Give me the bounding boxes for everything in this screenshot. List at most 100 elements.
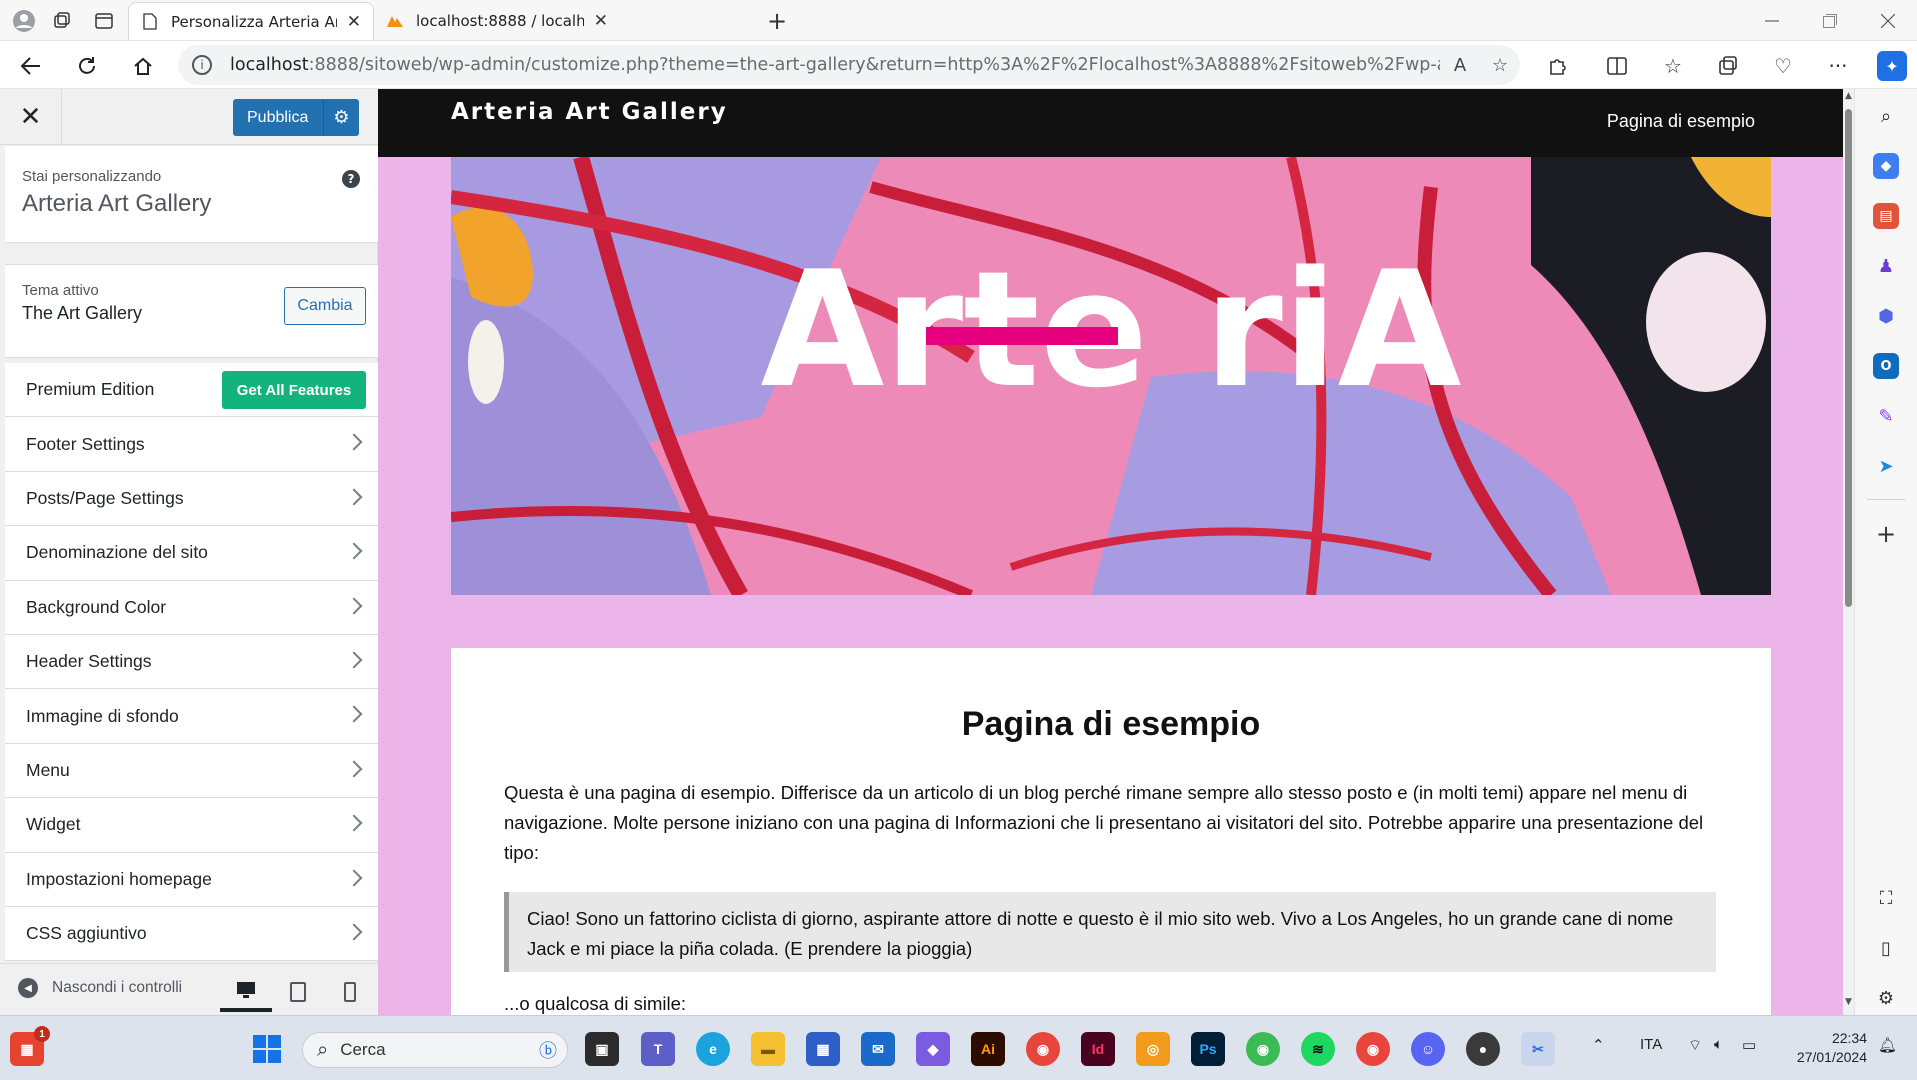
site-title[interactable]: Arteria Art Gallery	[451, 99, 728, 125]
reload-icon[interactable]	[70, 49, 104, 83]
change-theme-button[interactable]: Cambia	[284, 287, 366, 325]
spotify-icon[interactable]: ≋	[1301, 1032, 1335, 1066]
show-hidden-icons-icon[interactable]: ⌃	[1592, 1036, 1605, 1054]
bing-icon[interactable]: ⓑ	[539, 1037, 557, 1063]
restore-icon[interactable]	[1801, 0, 1859, 41]
copilot-icon[interactable]: ✦	[1877, 51, 1907, 81]
collections-icon[interactable]	[1713, 51, 1743, 81]
chrome-profile-icon[interactable]: ◉	[1246, 1032, 1280, 1066]
games-icon[interactable]: ♟	[1873, 253, 1899, 279]
add-app-icon[interactable]: +	[1873, 520, 1899, 548]
hide-controls-button[interactable]: ◀ Nascondi i controlli	[18, 978, 182, 998]
profile-icon[interactable]	[10, 7, 38, 35]
microsoft365-icon[interactable]: ⬢	[1873, 303, 1899, 329]
vertical-tabs-icon[interactable]	[90, 7, 118, 35]
active-theme-label: Tema attivo	[22, 282, 99, 299]
section-menu[interactable]: Menu	[5, 743, 378, 799]
scroll-down-icon[interactable]: ▼	[1843, 997, 1854, 1011]
more-menu-icon[interactable]: ···	[1823, 51, 1853, 81]
active-theme-section: Tema attivo The Art Gallery Cambia	[5, 264, 378, 358]
scroll-up-icon[interactable]: ▲	[1843, 91, 1854, 105]
site-preview: Arteria Art Gallery Pagina di esempio Ar…	[378, 89, 1843, 1015]
copilot-taskbar-icon[interactable]: ◆	[916, 1032, 950, 1066]
address-bar[interactable]: i localhost:8888/sitoweb/wp-admin/custom…	[178, 45, 1520, 85]
start-windows-icon[interactable]	[250, 1032, 284, 1066]
notifications-bell-icon[interactable]: 🔔︎	[1878, 1036, 1897, 1054]
customizing-site-name: Arteria Art Gallery	[22, 190, 212, 217]
chrome-icon[interactable]: ◉	[1026, 1032, 1060, 1066]
help-icon[interactable]: ?	[342, 170, 360, 188]
sidebar-settings-gear-icon[interactable]: ⚙	[1873, 985, 1899, 1011]
illustrator-icon[interactable]: Ai	[971, 1032, 1005, 1066]
publish-button[interactable]: Pubblica ⚙	[233, 99, 359, 136]
section-posts-page-settings[interactable]: Posts/Page Settings	[5, 471, 378, 527]
discord-icon[interactable]: ☺	[1411, 1032, 1445, 1066]
edge-icon[interactable]: e	[696, 1032, 730, 1066]
tab-customizer[interactable]: Personalizza Arteria Art Gallery – ✕	[128, 2, 374, 40]
tools-icon[interactable]: ▤	[1873, 203, 1899, 229]
close-tab-icon[interactable]: ✕	[347, 12, 361, 32]
screenshot-icon[interactable]: ⛶	[1873, 885, 1899, 911]
section-background-color[interactable]: Background Color	[5, 580, 378, 635]
split-screen-icon[interactable]	[1602, 51, 1632, 81]
close-tab-icon[interactable]: ✕	[594, 11, 608, 31]
mobile-preview-icon[interactable]	[324, 972, 376, 1012]
outlook-icon[interactable]: O	[1873, 353, 1899, 379]
section-background-image[interactable]: Immagine di sfondo	[5, 689, 378, 744]
indesign-icon[interactable]: Id	[1081, 1032, 1115, 1066]
hide-sidebar-icon[interactable]: ▯	[1873, 935, 1899, 961]
extensions-icon[interactable]	[1543, 51, 1573, 81]
mail-icon[interactable]: ✉	[861, 1032, 895, 1066]
app-orange-icon[interactable]: ◎	[1136, 1032, 1170, 1066]
chrome-user-icon[interactable]: ◉	[1356, 1032, 1390, 1066]
section-widget[interactable]: Widget	[5, 798, 378, 853]
back-icon[interactable]	[14, 49, 48, 83]
section-header-settings[interactable]: Header Settings	[5, 634, 378, 690]
favorite-star-icon[interactable]: ☆	[1480, 55, 1520, 76]
widgets-icon[interactable]: ▦ 1	[10, 1026, 50, 1066]
hero-logo-bar	[926, 327, 1118, 345]
wifi-icon[interactable]: ⌔	[1688, 1036, 1702, 1055]
store-icon[interactable]: ▦	[806, 1032, 840, 1066]
site-info-icon[interactable]: i	[192, 55, 212, 75]
desktop-preview-icon[interactable]	[220, 972, 272, 1012]
workspaces-icon[interactable]	[48, 7, 76, 35]
preview-scrollbar[interactable]: ▲ ▼	[1843, 89, 1854, 1015]
teams-icon[interactable]: T	[641, 1032, 675, 1066]
get-all-features-button[interactable]: Get All Features	[222, 371, 366, 409]
close-customizer-button[interactable]: ✕	[0, 89, 62, 145]
section-homepage-settings[interactable]: Impostazioni homepage	[5, 852, 378, 907]
task-view-icon[interactable]: ▣	[585, 1032, 619, 1066]
volume-icon[interactable]: 🔈︎	[1714, 1036, 1723, 1053]
chevron-right-icon	[345, 814, 363, 832]
search-icon[interactable]: ⌕	[1873, 103, 1899, 129]
customizer-info: Stai personalizzando Arteria Art Gallery…	[5, 146, 378, 243]
designer-icon[interactable]: ✎	[1873, 403, 1899, 429]
home-icon[interactable]	[126, 49, 160, 83]
section-footer-settings[interactable]: Footer Settings	[5, 417, 378, 472]
section-site-identity[interactable]: Denominazione del sito	[5, 526, 378, 581]
battery-icon[interactable]: ▭	[1742, 1036, 1756, 1054]
file-explorer-icon[interactable]: ▬	[751, 1032, 785, 1066]
read-aloud-icon[interactable]: A	[1440, 55, 1480, 76]
github-icon[interactable]: ●	[1466, 1032, 1500, 1066]
minimize-icon[interactable]	[1743, 0, 1801, 41]
section-additional-css[interactable]: CSS aggiuntivo	[5, 906, 378, 962]
taskbar-search-box[interactable]: ⌕ Cerca ⓑ	[302, 1032, 568, 1068]
scrollbar-thumb[interactable]	[1845, 109, 1852, 607]
drop-icon[interactable]: ➤	[1873, 453, 1899, 479]
photoshop-icon[interactable]: Ps	[1191, 1032, 1225, 1066]
language-indicator[interactable]: ITA	[1640, 1036, 1662, 1053]
tab-phpmyadmin[interactable]: localhost:8888 / localhost / prim ✕	[374, 2, 620, 40]
snipping-tool-icon[interactable]: ✂	[1521, 1032, 1555, 1066]
new-tab-button[interactable]: +	[763, 7, 791, 35]
favorites-icon[interactable]: ☆	[1658, 51, 1688, 81]
tablet-preview-icon[interactable]	[272, 972, 324, 1012]
url-text[interactable]: localhost:8888/sitoweb/wp-admin/customiz…	[230, 55, 1440, 75]
browser-essentials-icon[interactable]: ♡	[1768, 51, 1798, 81]
taskbar-clock[interactable]: 22:34 27/01/2024	[1797, 1029, 1867, 1067]
close-window-icon[interactable]	[1859, 0, 1917, 41]
nav-item-sample-page[interactable]: Pagina di esempio	[1607, 111, 1755, 132]
shopping-tag-icon[interactable]: ◆	[1873, 153, 1899, 179]
publish-settings-gear-icon[interactable]: ⚙	[323, 99, 359, 136]
